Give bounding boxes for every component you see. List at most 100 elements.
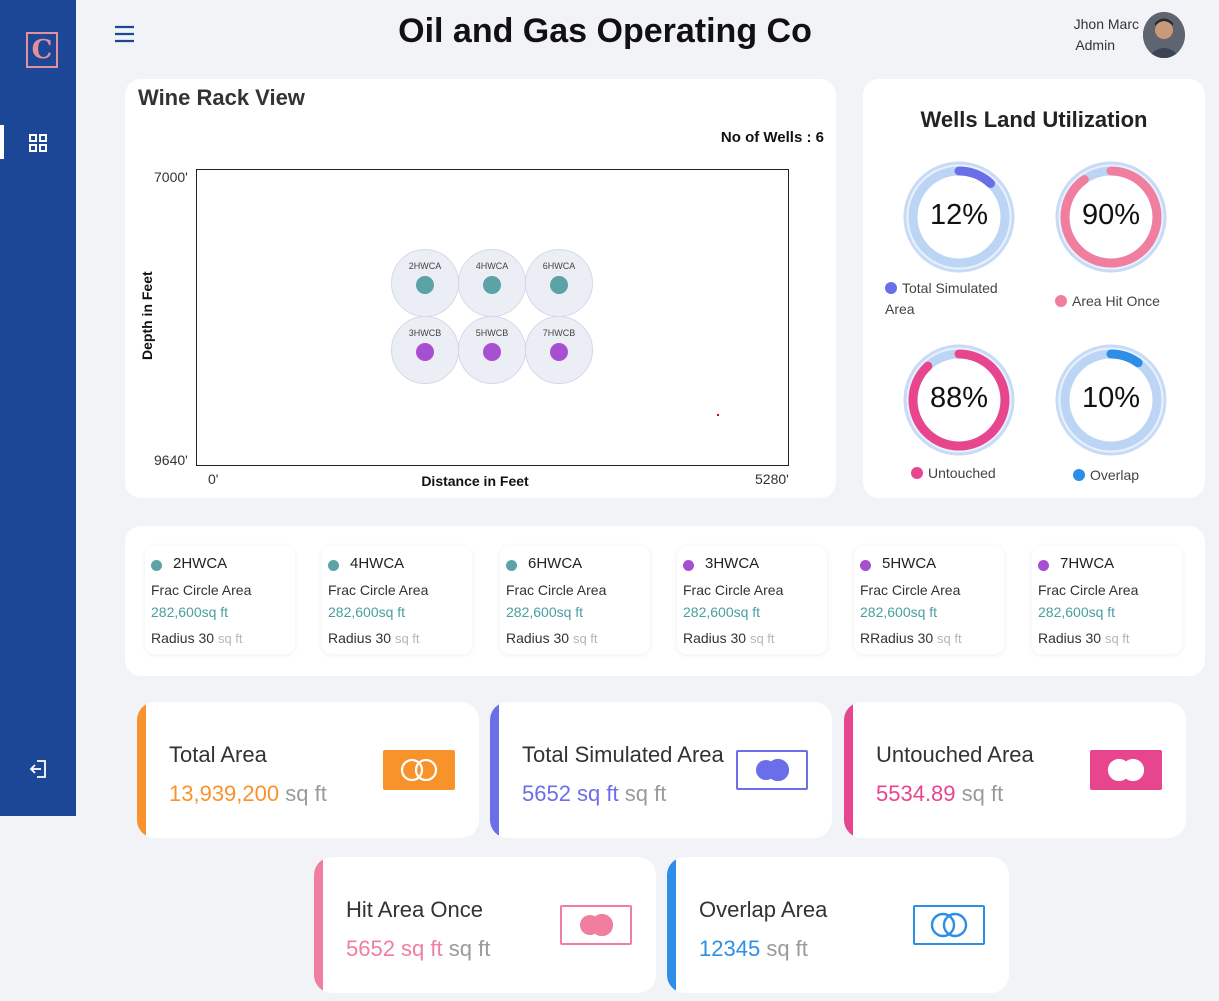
land-utilization-card: Wells Land Utilization 12% 90% 88% 10% T… bbox=[863, 79, 1205, 498]
x-right-tick: 5280' bbox=[755, 471, 789, 487]
well-dot bbox=[683, 560, 694, 571]
wells-count: No of Wells : 6 bbox=[720, 129, 824, 146]
stat-overlap-area[interactable]: Overlap Area 12345 sq ft bbox=[667, 857, 1009, 993]
radius-label: Radius 30 bbox=[1038, 630, 1102, 646]
area-value: 282,600sq ft bbox=[683, 604, 761, 620]
gauge-total-simulated: 12% bbox=[903, 161, 1015, 273]
radius-unit: sq ft bbox=[394, 631, 420, 646]
radius: Radius 30 sq ft bbox=[328, 630, 420, 646]
accent-bar bbox=[314, 857, 323, 993]
logout-icon[interactable] bbox=[28, 758, 50, 785]
radius-unit: sq ft bbox=[1104, 631, 1130, 646]
radius: Radius 30 sq ft bbox=[151, 630, 243, 646]
well-circle-6hwca[interactable]: 6HWCA bbox=[525, 249, 593, 317]
stat-value: 5534.89 sq ft bbox=[876, 781, 1003, 807]
stat-unit: sq ft bbox=[624, 781, 667, 806]
well-dot bbox=[416, 343, 434, 361]
stat-total-area[interactable]: Total Area 13,939,200 sq ft bbox=[137, 702, 479, 838]
two-rings-icon bbox=[560, 905, 632, 945]
well-label: 6HWCA bbox=[542, 261, 576, 271]
well-circle-2hwca[interactable]: 2HWCA bbox=[391, 249, 459, 317]
well-circle-3hwcb[interactable]: 3HWCB bbox=[391, 316, 459, 384]
wine-rack-title: Wine Rack View bbox=[138, 85, 305, 110]
gauge-value: 88% bbox=[929, 382, 989, 414]
area-label: Frac Circle Area bbox=[1038, 582, 1139, 598]
legend-label: Overlap bbox=[1090, 467, 1140, 483]
gauge-value: 12% bbox=[929, 199, 989, 231]
area-label: Frac Circle Area bbox=[683, 582, 784, 598]
legend-dot bbox=[1073, 469, 1085, 481]
well-name: 7HWCA bbox=[1060, 555, 1115, 572]
y-bottom-tick: 9640' bbox=[154, 452, 188, 468]
stat-number: 5652 sq ft bbox=[346, 936, 443, 961]
well-name: 2HWCA bbox=[173, 555, 228, 572]
well-tile-2hwca[interactable]: 2HWCA Frac Circle Area 282,600sq ft Radi… bbox=[145, 546, 295, 654]
sidebar: C bbox=[0, 0, 76, 816]
well-name: 6HWCA bbox=[528, 555, 583, 572]
stat-number: 5652 sq ft bbox=[522, 781, 619, 806]
well-dot bbox=[416, 276, 434, 294]
stat-label: Hit Area Once bbox=[346, 897, 483, 922]
legend-label: Untouched bbox=[928, 465, 996, 481]
well-circle-5hwcb[interactable]: 5HWCB bbox=[458, 316, 526, 384]
gauge-overlap: 10% bbox=[1055, 344, 1167, 456]
accent-bar bbox=[844, 702, 853, 838]
stat-hit-area-once[interactable]: Hit Area Once 5652 sq ft sq ft bbox=[314, 857, 656, 993]
well-dot bbox=[328, 560, 339, 571]
radius: Radius 30 sq ft bbox=[683, 630, 775, 646]
area-label: Frac Circle Area bbox=[506, 582, 607, 598]
well-label: 7HWCB bbox=[542, 328, 576, 338]
well-label: 5HWCB bbox=[475, 328, 509, 338]
stat-label: Untouched Area bbox=[876, 742, 1034, 767]
wine-rack-card: Wine Rack View No of Wells : 6 7000' 964… bbox=[125, 79, 836, 498]
well-dot bbox=[483, 276, 501, 294]
stat-value: 5652 sq ft sq ft bbox=[346, 936, 490, 962]
legend-area-hit-once: Area Hit Once bbox=[1055, 291, 1160, 312]
stat-unit: sq ft bbox=[961, 781, 1004, 806]
well-label: 4HWCA bbox=[475, 261, 509, 271]
radius-unit: sq ft bbox=[572, 631, 598, 646]
stat-number: 13,939,200 bbox=[169, 781, 280, 806]
utilization-title: Wells Land Utilization bbox=[920, 107, 1148, 132]
gauge-value: 90% bbox=[1081, 199, 1141, 231]
well-tile-6hwca[interactable]: 6HWCA Frac Circle Area 282,600sq ft Radi… bbox=[500, 546, 650, 654]
well-tile-7hwca[interactable]: 7HWCA Frac Circle Area 282,600sq ft Radi… bbox=[1032, 546, 1182, 654]
user-name: Jhon Marc bbox=[1073, 16, 1139, 32]
radius-unit: sq ft bbox=[749, 631, 775, 646]
well-tile-5hwca[interactable]: 5HWCA Frac Circle Area 282,600sq ft RRad… bbox=[854, 546, 1004, 654]
well-dot bbox=[860, 560, 871, 571]
stat-untouched-area[interactable]: Untouched Area 5534.89 sq ft bbox=[844, 702, 1186, 838]
two-rings-icon bbox=[736, 750, 808, 790]
area-value: 282,600sq ft bbox=[328, 604, 406, 620]
stat-label: Total Simulated Area bbox=[522, 742, 724, 767]
avatar[interactable] bbox=[1143, 12, 1185, 58]
stat-value: 13,939,200 sq ft bbox=[169, 781, 327, 807]
menu-hamburger-icon[interactable] bbox=[114, 24, 136, 49]
legend-dot bbox=[1055, 295, 1067, 307]
area-label: Frac Circle Area bbox=[860, 582, 961, 598]
well-circle-4hwca[interactable]: 4HWCA bbox=[458, 249, 526, 317]
dashboard-grid-icon[interactable] bbox=[28, 133, 48, 158]
stat-unit: sq ft bbox=[766, 936, 808, 961]
stat-value: 5652 sq ft sq ft bbox=[522, 781, 666, 807]
accent-bar bbox=[490, 702, 499, 838]
well-tile-4hwca[interactable]: 4HWCA Frac Circle Area 282,600sq ft Radi… bbox=[322, 546, 472, 654]
well-dot bbox=[151, 560, 162, 571]
well-tile-3hwca[interactable]: 3HWCA Frac Circle Area 282,600sq ft Radi… bbox=[677, 546, 827, 654]
x-left-tick: 0' bbox=[208, 471, 219, 487]
wine-rack-plot: 2HWCA 4HWCA 6HWCA 3HWCB 5HWCB 7HWCB bbox=[196, 169, 789, 466]
area-label: Frac Circle Area bbox=[151, 582, 252, 598]
logo-letter: C bbox=[31, 35, 53, 65]
well-name: 4HWCA bbox=[350, 555, 405, 572]
legend-dot bbox=[911, 467, 923, 479]
page-title: Oil and Gas Operating Co bbox=[398, 12, 812, 50]
stat-total-simulated-area[interactable]: Total Simulated Area 5652 sq ft sq ft bbox=[490, 702, 832, 838]
accent-bar bbox=[137, 702, 146, 838]
stat-unit: sq ft bbox=[285, 781, 327, 806]
well-dot bbox=[483, 343, 501, 361]
x-axis-label: Distance in Feet bbox=[421, 473, 529, 489]
company-logo[interactable]: C bbox=[26, 32, 58, 68]
well-circle-7hwcb[interactable]: 7HWCB bbox=[525, 316, 593, 384]
legend-label: Area Hit Once bbox=[1072, 293, 1160, 309]
stat-label: Overlap Area bbox=[699, 897, 828, 922]
